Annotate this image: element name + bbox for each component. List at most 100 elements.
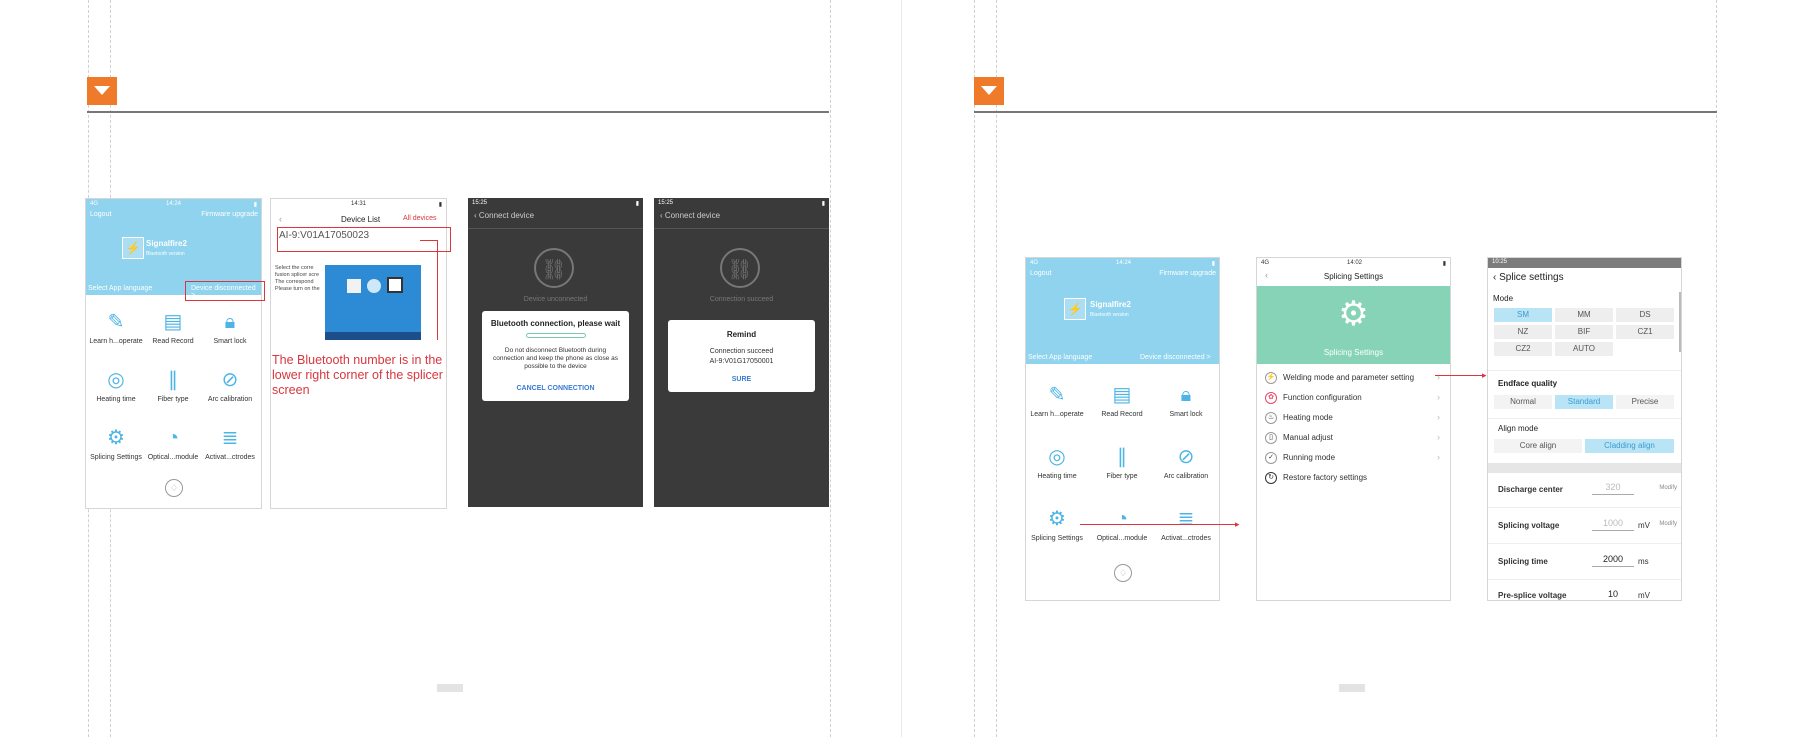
grid-item-splicing[interactable]: ⚙ Splicing Settings xyxy=(1030,506,1084,542)
fiber-icon: ∥ xyxy=(168,369,178,391)
grid-label: Read Record xyxy=(152,338,194,345)
grid-label: Heating time xyxy=(96,396,136,403)
back-icon[interactable]: ‹ xyxy=(279,214,282,224)
lock-icon: 🔒︎ xyxy=(1180,384,1192,406)
status-network: 4G xyxy=(1261,260,1270,266)
mode-cz1[interactable]: CZ1 xyxy=(1616,325,1674,339)
param-value[interactable]: 1000 xyxy=(1592,518,1634,531)
section-marker-left xyxy=(87,77,117,105)
settings-item-running[interactable]: ✓ Running mode › xyxy=(1257,448,1450,468)
grid-item-fiber[interactable]: ∥ Fiber type xyxy=(1095,444,1149,480)
dialog-body: Connection succeed xyxy=(709,348,774,355)
app-version: Bluetooth version xyxy=(146,251,185,257)
bulb-icon[interactable]: ♢ xyxy=(1114,564,1132,582)
grid-item-learn[interactable]: ✎ Learn h...operate xyxy=(1030,382,1084,418)
callout-line xyxy=(420,240,437,241)
align-label: Align mode xyxy=(1498,424,1539,433)
endface-precise[interactable]: Precise xyxy=(1616,395,1674,409)
mode-cz2[interactable]: CZ2 xyxy=(1494,342,1552,356)
device-status-link[interactable]: Device disconnected > xyxy=(1140,354,1211,361)
endface-label: Endface quality xyxy=(1498,379,1558,388)
param-value[interactable]: 10 xyxy=(1592,589,1634,600)
chevron-right-icon: › xyxy=(1437,452,1440,462)
param-name: Splicing time xyxy=(1498,557,1548,566)
param-value[interactable]: 2000 xyxy=(1592,554,1634,567)
grid-item-lock[interactable]: 🔒︎ Smart lock xyxy=(1159,382,1213,418)
grid-item-arc[interactable]: ⊘ Arc calibration xyxy=(1159,444,1213,480)
cancel-connection-button[interactable]: CANCEL CONNECTION xyxy=(482,385,629,392)
param-value[interactable]: 320 xyxy=(1592,482,1634,495)
gauge-icon: ◔ xyxy=(1115,508,1129,530)
lock-icon: 🔒︎ xyxy=(224,311,236,333)
grid-item-heating[interactable]: ◎ Heating time xyxy=(1030,444,1084,480)
language-selector[interactable]: Select App language xyxy=(1028,354,1092,361)
mode-nz[interactable]: NZ xyxy=(1494,325,1552,339)
language-selector[interactable]: Select App language xyxy=(88,285,152,292)
modify-button[interactable]: Modify xyxy=(1659,485,1677,491)
app-logo-icon: ⚡ xyxy=(1064,298,1086,320)
endface-standard[interactable]: Standard xyxy=(1555,395,1613,409)
grid-item-lock[interactable]: 🔒︎ Smart lock xyxy=(203,309,257,345)
logout-link[interactable]: Logout xyxy=(90,211,111,218)
status-time: 15:25 xyxy=(658,200,674,206)
screenshot-splice-settings: 10:25 ‹ Splice settings Mode SM MM DS NZ… xyxy=(1487,257,1682,601)
param-discharge-center[interactable]: Discharge center 320 Modify xyxy=(1488,473,1681,508)
grid-item-fiber[interactable]: ∥ Fiber type xyxy=(146,367,200,403)
grid-item-record[interactable]: ▤ Read Record xyxy=(146,309,200,345)
grid-item-heating[interactable]: ◎ Heating time xyxy=(89,367,143,403)
settings-item-function[interactable]: ✿ Function configuration › xyxy=(1257,388,1450,408)
heating-icon: ♨ xyxy=(1265,412,1277,424)
screenshot-splicing-settings: 4G 14:02 ▮ ‹ Splicing Settings ⚙ Splicin… xyxy=(1256,257,1451,601)
header-label: Connect device xyxy=(664,211,721,220)
header-label: Connect device xyxy=(478,211,535,220)
grid-item-arc[interactable]: ⊘ Arc calibration xyxy=(203,367,257,403)
all-devices-link[interactable]: All devices xyxy=(403,215,436,222)
status-network: 4G xyxy=(1030,260,1039,266)
grid-item-record[interactable]: ▤ Read Record xyxy=(1095,382,1149,418)
instruction-line: Select the corre xyxy=(275,265,314,271)
status-bar: 14:31 ▮ xyxy=(271,199,446,211)
arc-icon: ⊘ xyxy=(1177,446,1195,468)
arrow-head-icon: ▸ xyxy=(1235,519,1240,529)
settings-item-restore[interactable]: ↻ Restore factory settings xyxy=(1257,468,1450,488)
grid-item-electrodes[interactable]: ≣ Activat...ctrodes xyxy=(203,425,257,461)
instruction-line: fusion splicer scre xyxy=(275,272,320,278)
logout-link[interactable]: Logout xyxy=(1030,270,1051,277)
grid-item-splicing[interactable]: ⚙ Splicing Settings xyxy=(89,425,143,461)
connect-header[interactable]: ‹ Connect device xyxy=(474,211,534,220)
bluetooth-note: The Bluetooth number is in the lower rig… xyxy=(272,353,443,397)
connect-header[interactable]: ‹ Connect device xyxy=(660,211,720,220)
item-label: Heating mode xyxy=(1283,413,1333,422)
settings-item-welding[interactable]: ⚡ Welding mode and parameter setting › xyxy=(1257,368,1450,388)
firmware-upgrade-link[interactable]: Firmware upgrade xyxy=(1159,270,1216,277)
align-core[interactable]: Core align xyxy=(1494,439,1582,453)
modify-button[interactable]: Modify xyxy=(1659,521,1677,527)
firmware-upgrade-link[interactable]: Firmware upgrade xyxy=(201,211,258,218)
status-bar: 10:25 xyxy=(1488,258,1681,268)
align-cladding[interactable]: Cladding align xyxy=(1585,439,1674,453)
param-splicing-time[interactable]: Splicing time 2000 ms xyxy=(1488,545,1681,580)
status-time: 14:31 xyxy=(351,201,367,207)
endface-normal[interactable]: Normal xyxy=(1494,395,1552,409)
mode-auto[interactable]: AUTO xyxy=(1555,342,1613,356)
mode-ds[interactable]: DS xyxy=(1616,308,1674,322)
bulb-icon[interactable]: ♢ xyxy=(165,479,183,497)
back-header[interactable]: ‹ Splice settings xyxy=(1493,272,1564,283)
settings-item-manual[interactable]: ▯ Manual adjust › xyxy=(1257,428,1450,448)
grid-item-learn[interactable]: ✎ Learn h...operate xyxy=(89,309,143,345)
mode-sm[interactable]: SM xyxy=(1494,308,1552,322)
mode-mm[interactable]: MM xyxy=(1555,308,1613,322)
item-label: Function configuration xyxy=(1283,393,1362,402)
sure-button[interactable]: SURE xyxy=(668,376,815,383)
connection-state: Device unconnected xyxy=(523,296,588,303)
grid-label: Smart lock xyxy=(213,338,247,345)
mode-bif[interactable]: BIF xyxy=(1555,325,1613,339)
param-pre-splice-voltage[interactable]: Pre-splice voltage 10 mV xyxy=(1488,581,1681,600)
divider xyxy=(1488,370,1681,371)
scrollbar[interactable] xyxy=(1679,292,1681,352)
settings-item-heating[interactable]: ♨ Heating mode › xyxy=(1257,408,1450,428)
grid-label: Arc calibration xyxy=(1163,473,1209,480)
param-splicing-voltage[interactable]: Splicing voltage 1000 mV Modify xyxy=(1488,509,1681,544)
grid-item-optical[interactable]: ◔ Optical...module xyxy=(146,425,200,461)
grid-label: Learn h...operate xyxy=(1030,411,1084,418)
